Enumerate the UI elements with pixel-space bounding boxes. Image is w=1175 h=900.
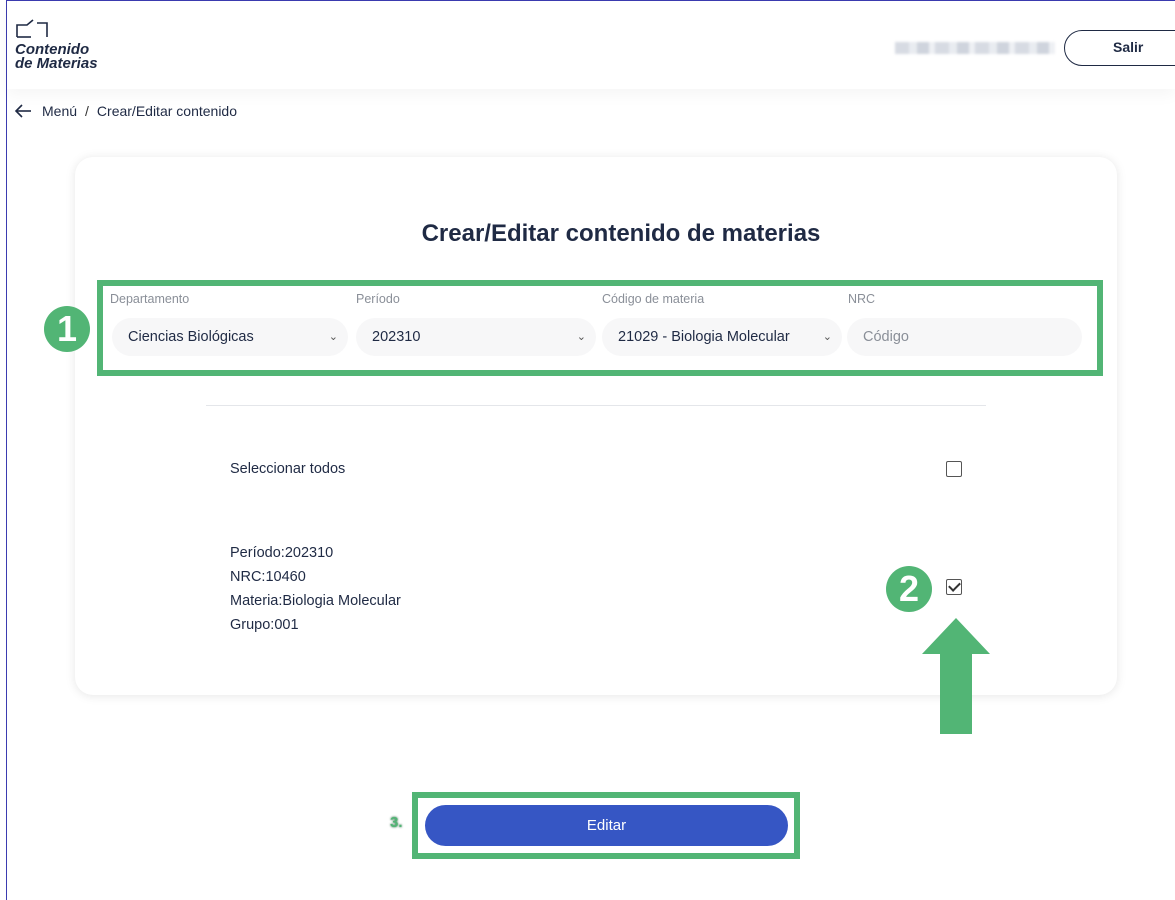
user-name-blurred: [895, 42, 1055, 54]
course-nrc: NRC:10460: [230, 569, 306, 585]
highlight-edit-button-box: [412, 792, 800, 859]
document-icon: [16, 19, 48, 38]
breadcrumb-current: Crear/Editar contenido: [96, 103, 237, 119]
breadcrumb: Menú / Crear/Editar contenido: [14, 103, 237, 119]
logout-button[interactable]: Salir: [1064, 30, 1175, 66]
logo-text: Contenido de Materias: [15, 42, 98, 72]
course-item-checkbox[interactable]: [946, 579, 962, 595]
step-1-badge: 1: [44, 306, 90, 352]
select-all-checkbox[interactable]: [946, 461, 962, 477]
course-period: Período:202310: [230, 545, 334, 561]
frame-border-left: [6, 0, 7, 900]
breadcrumb-menu-link[interactable]: Menú: [42, 103, 77, 119]
logo-line-2: de Materias: [15, 55, 98, 72]
step-3-label: 3.: [390, 814, 403, 831]
breadcrumb-separator: /: [85, 103, 89, 119]
divider: [206, 405, 986, 406]
top-header: Contenido de Materias Salir: [7, 1, 1175, 89]
arrow-up-icon: [922, 618, 990, 734]
select-all-label: Seleccionar todos: [230, 461, 346, 477]
course-subject: Materia:Biologia Molecular: [230, 593, 401, 609]
highlight-filters-box: [97, 280, 1103, 376]
step-2-badge: 2: [886, 566, 932, 612]
page-title: Crear/Editar contenido de materias: [421, 220, 821, 247]
course-group: Grupo:001: [230, 617, 299, 633]
arrow-left-icon[interactable]: [14, 104, 32, 118]
